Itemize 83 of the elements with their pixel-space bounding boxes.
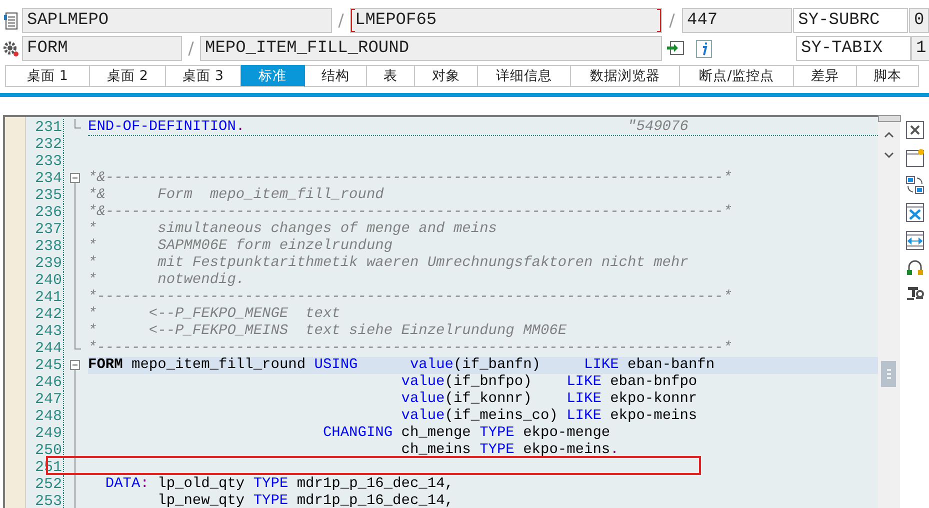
program-field[interactable]: SAPLMEPO: [22, 8, 332, 33]
tab[interactable]: 结构: [305, 65, 367, 87]
line-number: 248: [26, 408, 64, 425]
tab[interactable]: 详细信息: [478, 65, 571, 87]
line-field[interactable]: 447: [682, 8, 792, 33]
line-number: 249: [26, 425, 64, 442]
collapse-icon[interactable]: [70, 170, 81, 187]
line-number: 247: [26, 391, 64, 408]
swap-windows-icon[interactable]: [906, 176, 924, 194]
variable-value-field[interactable]: 1: [911, 36, 929, 61]
code-line: ch_meins TYPE ekpo-meins.: [400, 442, 620, 459]
code-line: value(if_bnfpo) LIKE eban-bnfpo: [400, 374, 698, 391]
event-name-field[interactable]: MEPO_ITEM_FILL_ROUND: [200, 36, 662, 61]
code-line: * <--P_FEKPO_MENGE text: [88, 306, 342, 323]
line-number: 231: [26, 119, 64, 136]
variable-name-field[interactable]: SY-TABIX: [796, 36, 911, 61]
code-line: *------------------------------------------------------------------------*: [88, 289, 733, 306]
tab[interactable]: 桌面 1: [5, 65, 90, 87]
scroll-thumb[interactable]: [881, 361, 896, 387]
line-number: 235: [26, 187, 64, 204]
separator-slash: /: [337, 10, 345, 30]
line-number: 253: [26, 493, 64, 508]
line-number: 242: [26, 306, 64, 323]
focus-bracket-icon: [351, 9, 356, 32]
maximize-icon[interactable]: [906, 203, 924, 222]
tab[interactable]: 对象: [415, 65, 478, 87]
code-line: *&-----------------------------------------------------------------------*: [88, 170, 733, 187]
line-number: 240: [26, 272, 64, 289]
new-window-icon[interactable]: [906, 148, 924, 167]
code-line: value(if_meins_co) LIKE ekpo-meins: [400, 408, 698, 425]
code-line: END-OF-DEFINITION. "549076: [88, 119, 878, 136]
tab[interactable]: 差异: [794, 65, 857, 87]
tab[interactable]: 桌面 3: [166, 65, 241, 87]
tab[interactable]: 表: [367, 65, 415, 87]
variable-value-field[interactable]: 0: [909, 8, 929, 33]
code-line: * <--P_FEKPO_MEINS text siehe Einzelrundung MM06E: [88, 323, 568, 340]
focus-bracket-icon: [656, 9, 661, 32]
line-number: 252: [26, 476, 64, 493]
code-line: DATA: lp_old_qty TYPE mdr1p_p_16_dec_14,: [104, 476, 454, 493]
code-line: lp_new_qty TYPE mdr1p_p_16_dec_14,: [156, 493, 454, 508]
variable-name-field[interactable]: SY-SUBRC: [793, 8, 908, 33]
headphones-icon[interactable]: [906, 259, 924, 276]
insert-icon[interactable]: [666, 40, 684, 56]
line-number: 239: [26, 255, 64, 272]
gear-icon: [3, 40, 19, 56]
collapse-icon[interactable]: [70, 357, 81, 374]
event-type-field[interactable]: FORM: [22, 36, 182, 61]
width-icon[interactable]: [906, 231, 924, 250]
code-line: *&-----------------------------------------------------------------------*: [88, 204, 733, 221]
tab[interactable]: 断点/监控点: [680, 65, 794, 87]
line-number: 243: [26, 323, 64, 340]
tab[interactable]: 桌面 2: [90, 65, 166, 87]
code-line: * notwendig.: [88, 272, 246, 289]
line-number: 232: [26, 136, 64, 153]
line-number: 233: [26, 153, 64, 170]
line-number: 237: [26, 221, 64, 238]
scroll-down-icon[interactable]: [884, 152, 894, 159]
window-close-icon[interactable]: [906, 121, 924, 139]
tab[interactable]: 数据浏览器: [571, 65, 680, 87]
line-number: 250: [26, 442, 64, 459]
code-line: * mit Festpunktarithmetik waeren Umrechnungsfaktoren nicht mehr: [88, 255, 690, 272]
code-line: *& Form mepo_item_fill_round: [88, 187, 385, 204]
line-number: 244: [26, 340, 64, 357]
line-number: 236: [26, 204, 64, 221]
code-line: * SAPMM06E form einzelrundung: [88, 238, 394, 255]
code-line: *------------------------------------------------------------------------*: [88, 340, 733, 357]
scrollbar[interactable]: [878, 115, 900, 508]
scroll-up-icon[interactable]: [884, 131, 894, 138]
info-icon[interactable]: [696, 40, 712, 58]
separator-slash: /: [187, 38, 195, 58]
document-icon: [4, 12, 18, 30]
line-number: 238: [26, 238, 64, 255]
code-line: value(if_konnr) LIKE ekpo-konnr: [400, 391, 698, 408]
line-number: 241: [26, 289, 64, 306]
line-number: 245: [26, 357, 64, 374]
line-number: 234: [26, 170, 64, 187]
code-line: * simultaneous changes of menge and meins: [88, 221, 498, 238]
hammer-icon[interactable]: [906, 285, 924, 303]
code-line: CHANGING ch_menge TYPE ekpo-menge: [322, 425, 612, 442]
separator-slash: /: [668, 10, 676, 30]
tab[interactable]: 脚本: [857, 65, 919, 87]
line-number: 246: [26, 374, 64, 391]
include-field[interactable]: LMEPOF65: [350, 8, 662, 33]
